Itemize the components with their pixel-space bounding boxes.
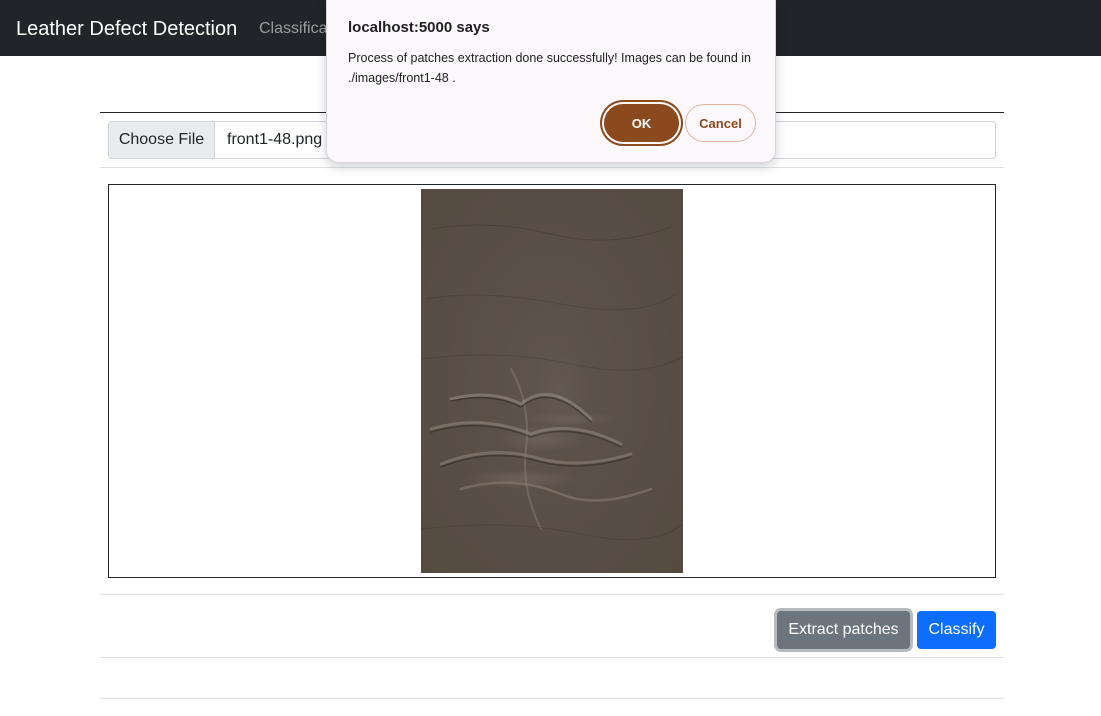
selected-file-name: front1-48.png (227, 131, 323, 148)
classify-button[interactable]: Classify (917, 611, 996, 649)
image-preview-frame (108, 184, 996, 578)
cancel-button[interactable]: Cancel (685, 104, 756, 142)
choose-file-button[interactable]: Choose File (109, 122, 215, 158)
dialog-message: Process of patches extraction done succe… (348, 51, 752, 85)
divider (100, 594, 1004, 595)
alert-dialog: localhost:5000 says Process of patches e… (326, 0, 776, 163)
extract-patches-button[interactable]: Extract patches (777, 611, 910, 649)
divider (100, 698, 1004, 699)
divider (100, 657, 1004, 658)
leather-texture (421, 224, 683, 541)
ok-button[interactable]: OK (604, 104, 679, 142)
divider (100, 167, 1004, 168)
dialog-title: localhost:5000 says (348, 19, 490, 36)
navbar-brand[interactable]: Leather Defect Detection (16, 16, 237, 42)
leather-sample-image (421, 189, 683, 573)
nav-link-classification[interactable]: Classificati (259, 18, 335, 40)
